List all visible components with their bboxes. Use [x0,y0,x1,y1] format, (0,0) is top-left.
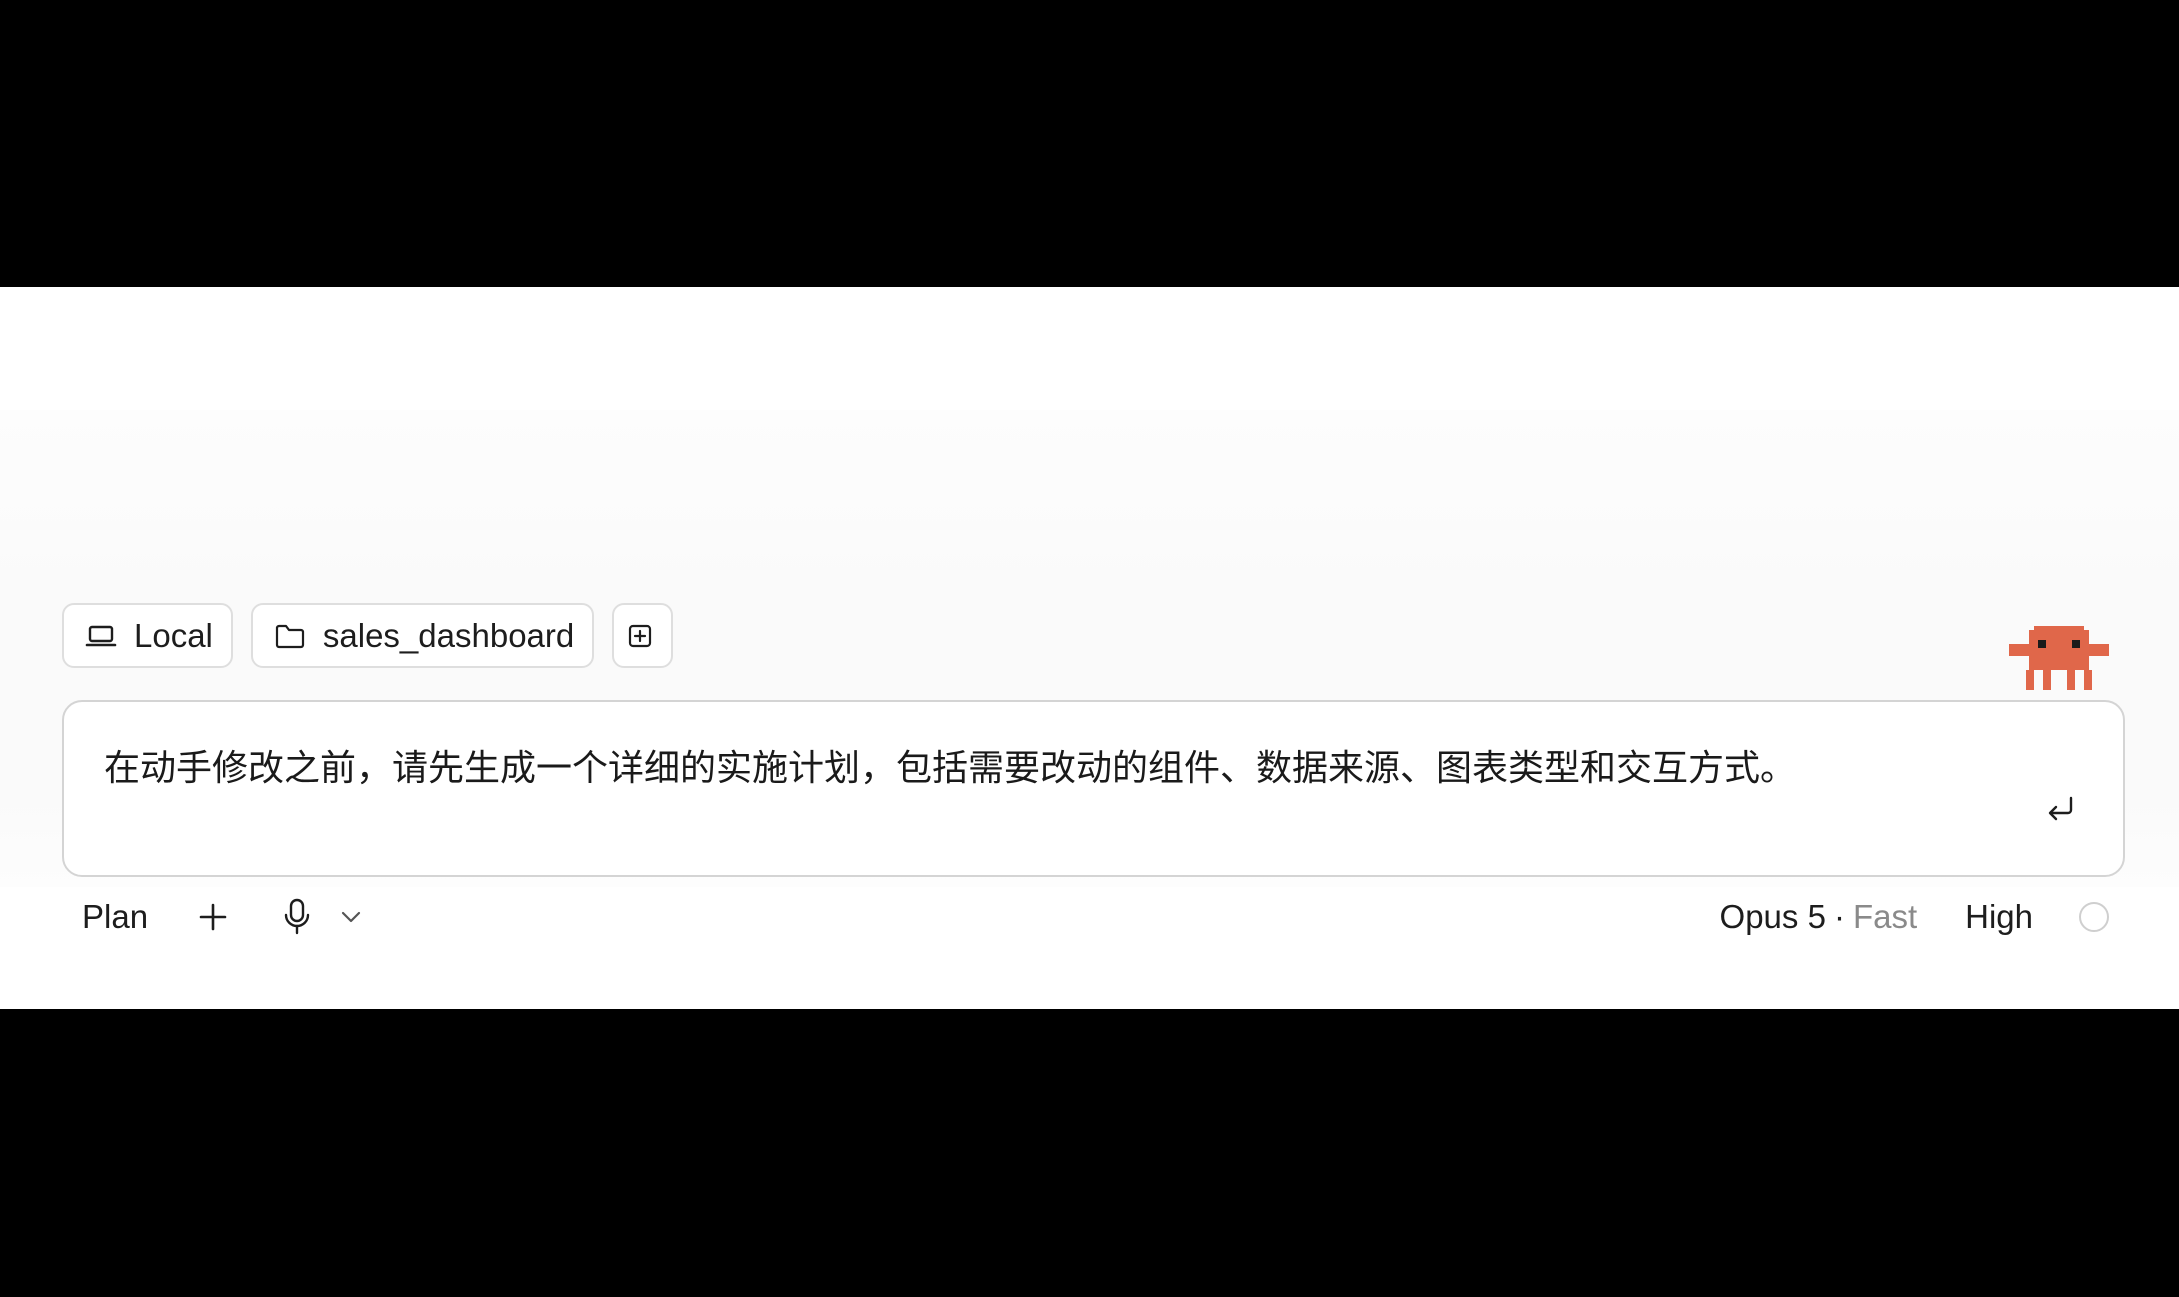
composer-toolbar-right: Opus 5 · Fast High [1720,892,2109,942]
chevron-down-icon[interactable] [338,904,364,930]
project-label: sales_dashboard [322,616,575,654]
environment-label: Local [134,616,213,654]
pixel-crab-mascot [2009,626,2109,696]
composer-area: Local sales_dashboard 在动手修改之前，请先生成一个详细的实… [0,410,2179,935]
enter-return-icon[interactable] [2043,792,2079,828]
model-separator: · [1833,898,1845,935]
prompt-input-box[interactable]: 在动手修改之前，请先生成一个详细的实施计划，包括需要改动的组件、数据来源、图表类… [62,700,2125,877]
circle-status-icon[interactable] [2079,902,2109,932]
laptop-icon [84,619,118,653]
square-plus-icon [626,619,660,653]
model-name: Opus 5 [1719,898,1826,935]
model-speed: Fast [1852,898,1918,935]
effort-selector[interactable]: High [1965,898,2033,936]
model-selector[interactable]: Opus 5 · Fast [1720,898,1918,936]
composer-toolbar-left: Plan [82,892,364,942]
plus-icon[interactable] [196,900,230,934]
environment-chip[interactable]: Local [62,603,233,668]
app-panel: Local sales_dashboard 在动手修改之前，请先生成一个详细的实… [0,287,2179,1009]
prompt-input-text[interactable]: 在动手修改之前，请先生成一个详细的实施计划，包括需要改动的组件、数据来源、图表类… [104,742,2003,794]
microphone-icon[interactable] [280,897,314,937]
context-chips: Local sales_dashboard [62,603,674,668]
folder-icon [273,619,307,653]
mode-selector[interactable]: Plan [82,898,148,936]
add-context-button[interactable] [612,603,674,668]
project-chip[interactable]: sales_dashboard [250,603,595,668]
